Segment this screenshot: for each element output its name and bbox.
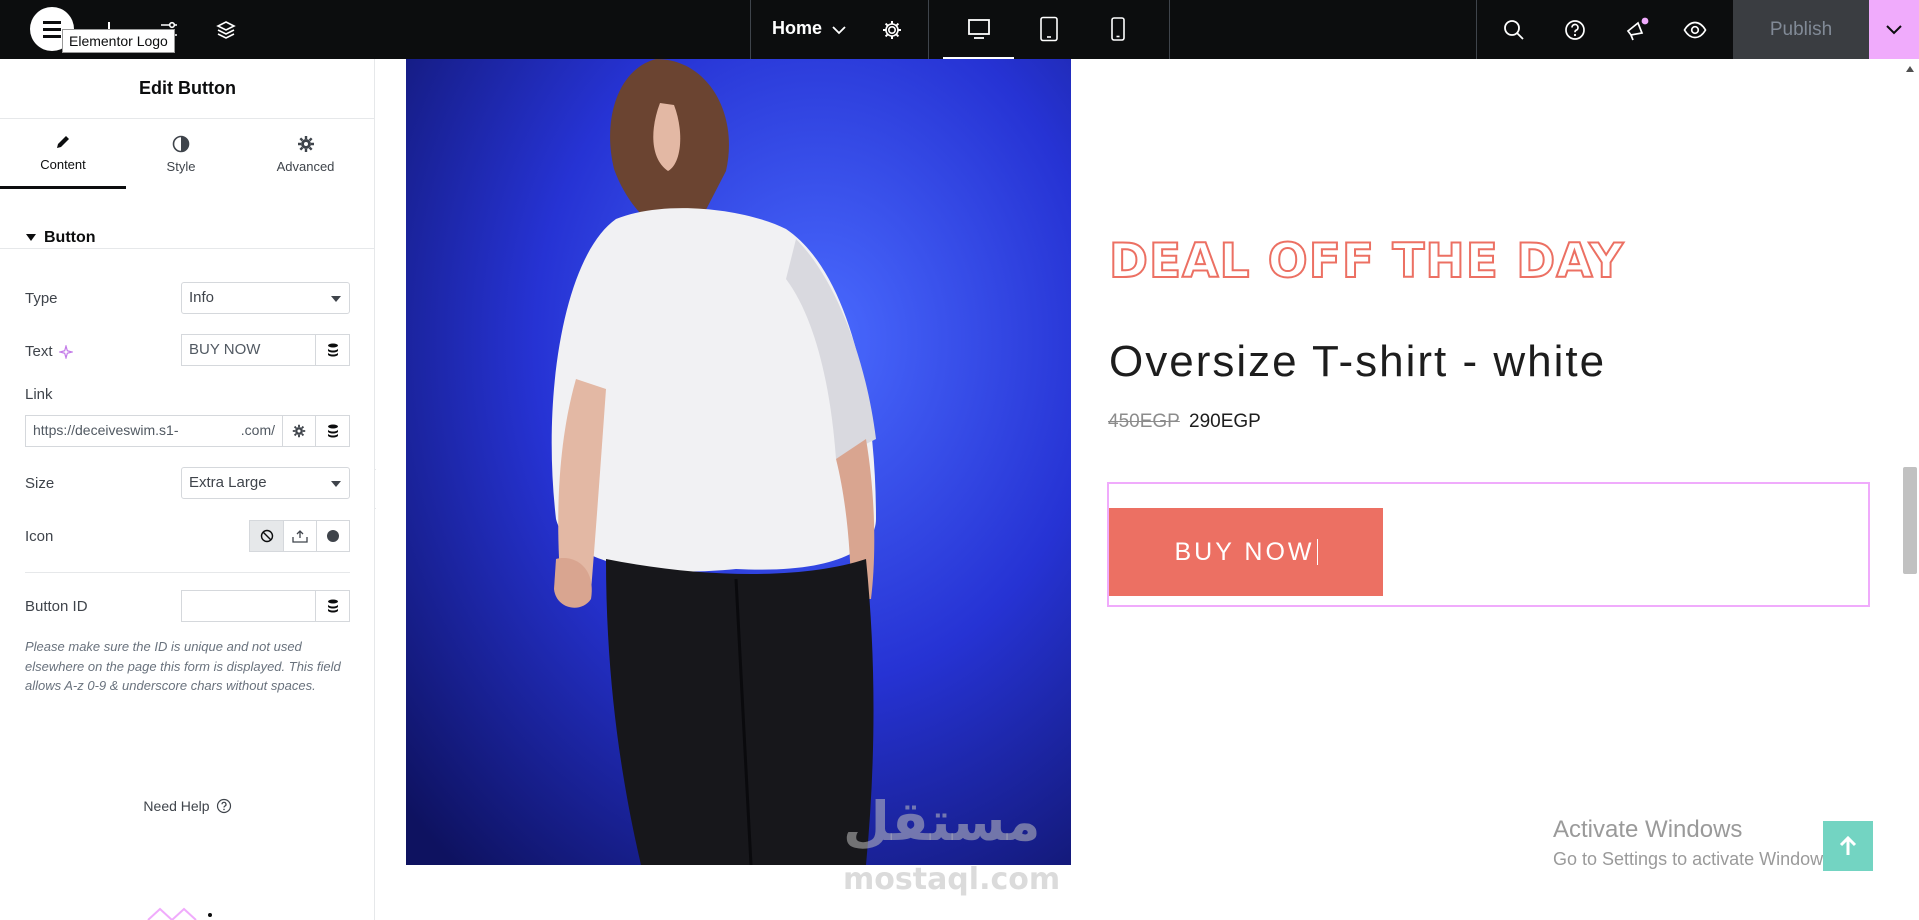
link-options-button[interactable]: [282, 415, 316, 447]
need-help-label: Need Help: [143, 798, 210, 814]
need-help-link[interactable]: Need Help: [0, 798, 375, 814]
eye-icon[interactable]: [1682, 18, 1708, 42]
tab-content[interactable]: Content: [0, 119, 126, 189]
section-title: Button: [44, 229, 96, 246]
tab-advanced[interactable]: Advanced: [236, 119, 375, 189]
ai-sparkle-icon: [58, 344, 73, 359]
page-name[interactable]: Home: [772, 18, 822, 39]
gear-icon: [297, 135, 314, 152]
link-value-start: https://deceiveswim.s1-: [33, 422, 179, 438]
dynamic-tags-button[interactable]: [315, 590, 350, 622]
new-price: 290EGP: [1189, 411, 1261, 432]
database-icon: [327, 343, 338, 357]
divider: [1169, 0, 1170, 59]
pencil-icon: [57, 136, 69, 148]
database-icon: [327, 424, 338, 438]
button-id-label: Button ID: [25, 598, 88, 615]
site-watermark-arabic: مستقل: [843, 790, 1041, 853]
chevron-down-icon: [331, 296, 341, 302]
product-title[interactable]: Oversize T-shirt - white: [1109, 337, 1606, 387]
icon-library-button[interactable]: [316, 520, 350, 552]
database-icon: [327, 599, 338, 613]
size-select[interactable]: Extra Large: [181, 467, 350, 499]
decorative-shape-icon: [147, 907, 212, 920]
layers-icon[interactable]: [213, 17, 239, 43]
gear-icon: [292, 424, 306, 438]
search-icon[interactable]: [1502, 18, 1526, 42]
contrast-icon: [172, 135, 190, 152]
scrollbar-thumb[interactable]: [1903, 467, 1917, 574]
ban-icon: [260, 529, 273, 543]
upload-icon: [292, 530, 308, 543]
link-label: Link: [25, 386, 53, 403]
icon-upload-button[interactable]: [283, 520, 317, 552]
section-toggle-button[interactable]: Button: [26, 229, 96, 247]
text-label-row: Text: [25, 343, 73, 360]
divider: [25, 572, 350, 573]
chevron-down-icon: [1886, 24, 1902, 34]
icon-label: Icon: [25, 528, 54, 545]
product-photo[interactable]: [406, 59, 1071, 865]
editor-panel: Edit Button Content Style Advanced Butto…: [0, 59, 375, 920]
type-select[interactable]: Info: [181, 282, 350, 314]
type-value: Info: [189, 289, 215, 306]
circle-icon: [327, 530, 339, 542]
dynamic-tags-button[interactable]: [315, 415, 350, 447]
tab-label: Content: [40, 157, 86, 172]
editor-top-bar: Elementor Logo Home Publish: [0, 0, 1919, 59]
divider: [1476, 0, 1477, 59]
scroll-to-top-button[interactable]: [1823, 821, 1873, 871]
type-label: Type: [25, 290, 58, 307]
button-id-input[interactable]: [181, 590, 316, 622]
deal-heading[interactable]: DEAL OFF THE DAY: [1108, 233, 1624, 290]
scroll-up-arrow-icon: [1906, 66, 1914, 72]
publish-options-button[interactable]: [1869, 0, 1919, 59]
arrow-up-icon: [1839, 835, 1857, 855]
text-label: Text: [25, 343, 53, 360]
logo-tooltip: Elementor Logo: [62, 29, 175, 53]
buy-now-button[interactable]: BUY NOW: [1109, 508, 1383, 596]
megaphone-icon[interactable]: [1623, 16, 1651, 44]
site-watermark-url: mostaql.com: [843, 862, 1061, 897]
buy-now-label: BUY NOW: [1174, 537, 1315, 566]
size-value: Extra Large: [189, 474, 267, 491]
button-id-help-text: Please make sure the ID is unique and no…: [25, 639, 341, 693]
mobile-icon[interactable]: [1108, 15, 1128, 43]
publish-button[interactable]: Publish: [1733, 0, 1869, 59]
page-settings-gear-icon[interactable]: [878, 16, 906, 44]
tab-style[interactable]: Style: [126, 119, 236, 189]
button-text-input[interactable]: BUY NOW: [181, 334, 316, 366]
icon-none-button[interactable]: [249, 520, 284, 552]
help-icon: [216, 798, 231, 814]
dynamic-tags-button[interactable]: [315, 334, 350, 366]
old-price: 450EGP: [1108, 411, 1180, 432]
chevron-down-icon[interactable]: [830, 21, 848, 39]
caret-down-icon: [26, 234, 36, 241]
chevron-down-icon: [331, 481, 341, 487]
divider: [750, 0, 751, 59]
panel-title: Edit Button: [139, 78, 236, 98]
divider: [928, 0, 929, 59]
tab-label: Advanced: [276, 158, 335, 174]
help-icon[interactable]: [1563, 18, 1587, 42]
text-cursor: [1316, 539, 1318, 565]
tab-label: Style: [166, 158, 196, 174]
windows-watermark-title: Activate Windows: [1553, 816, 1743, 843]
tablet-icon[interactable]: [1037, 15, 1061, 43]
desktop-icon[interactable]: [966, 16, 992, 42]
windows-watermark-subtitle: Go to Settings to activate Windows.: [1553, 849, 1838, 869]
size-label: Size: [25, 475, 55, 492]
link-url-input[interactable]: https://deceiveswim.s1- .com/: [25, 415, 283, 447]
link-value-end: .com/: [240, 422, 275, 438]
